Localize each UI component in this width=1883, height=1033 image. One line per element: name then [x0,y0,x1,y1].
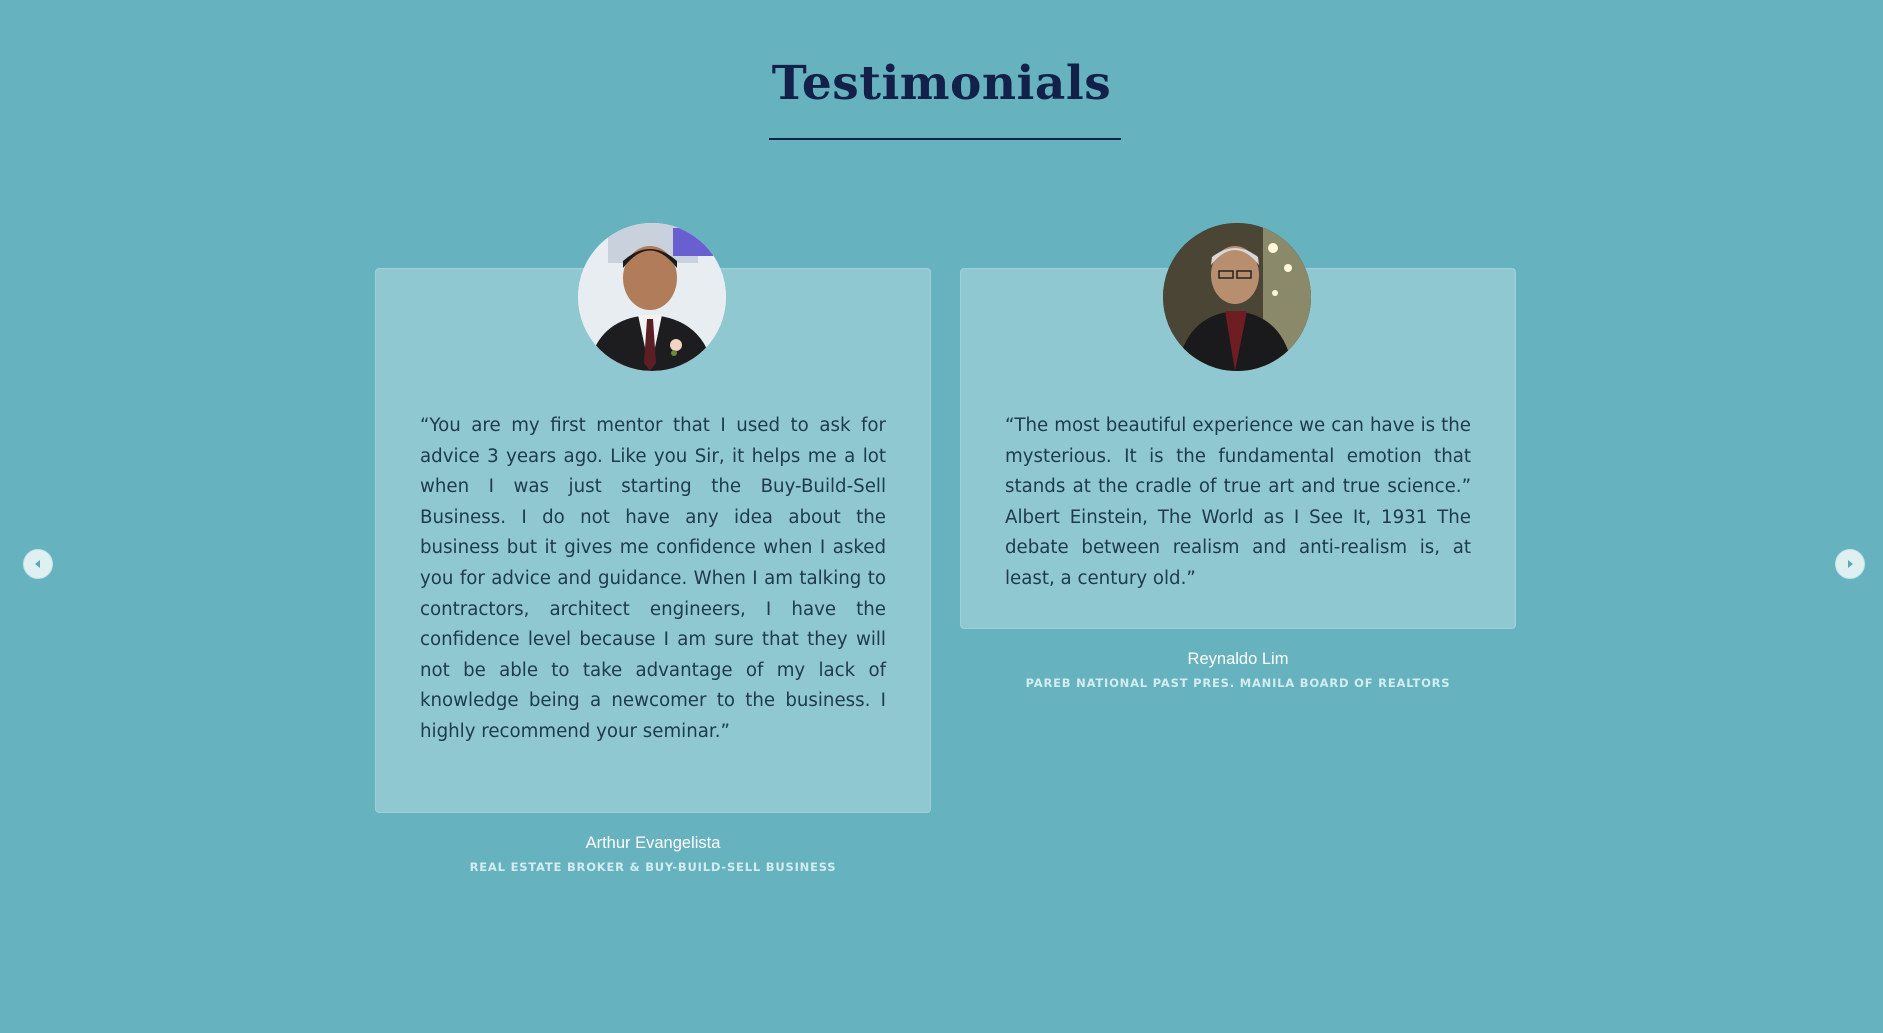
testimonial-author-role: PAREB NATIONAL PAST PRES. MANILA BOARD O… [1025,676,1451,690]
avatar [578,223,726,371]
testimonial-quote: “The most beautiful experience we can ha… [1005,415,1471,589]
carousel-next-button[interactable] [1835,549,1865,579]
section-title: Testimonials [771,56,1112,111]
carousel-prev-button[interactable] [23,549,53,579]
testimonial-author-name: Reynaldo Lim [1187,650,1289,668]
avatar-photo-reynaldo [1163,223,1311,371]
title-underline [769,138,1121,140]
testimonials-section: Testimonials “You are my first mentor th… [0,0,1883,1033]
testimonial-quote: “You are my first mentor that I used to … [420,415,886,742]
chevron-left-icon [35,560,40,568]
testimonial-author-name: Arthur Evangelista [585,834,721,852]
chevron-right-icon [1848,560,1853,568]
testimonial-author-role: REAL ESTATE BROKER & BUY-BUILD-SELL BUSI… [469,860,837,874]
avatar-photo-arthur [578,223,726,371]
avatar [1163,223,1311,371]
